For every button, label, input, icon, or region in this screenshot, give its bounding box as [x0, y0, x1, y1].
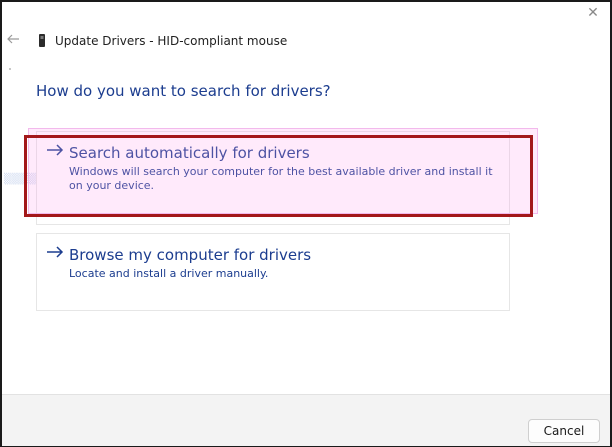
search-automatically-option[interactable]: Search automatically for drivers Windows…	[36, 131, 510, 225]
option-title: Browse my computer for drivers	[69, 246, 312, 264]
dialog-footer	[2, 394, 610, 446]
close-icon[interactable]: ✕	[580, 4, 606, 22]
window-title: Update Drivers - HID-compliant mouse	[55, 34, 288, 48]
option-description: Locate and install a driver manually.	[69, 267, 269, 280]
arrow-right-icon	[45, 140, 65, 160]
cancel-button[interactable]: Cancel	[528, 419, 600, 443]
arrow-right-icon	[45, 242, 65, 262]
browse-computer-option[interactable]: Browse my computer for drivers Locate an…	[36, 233, 510, 311]
divider-mark	[9, 68, 11, 70]
page-heading: How do you want to search for drivers?	[36, 82, 331, 100]
mouse-icon	[36, 33, 48, 49]
option-description: Windows will search your computer for th…	[69, 165, 493, 192]
option-title: Search automatically for drivers	[69, 144, 310, 162]
back-arrow-icon[interactable]	[4, 32, 22, 50]
